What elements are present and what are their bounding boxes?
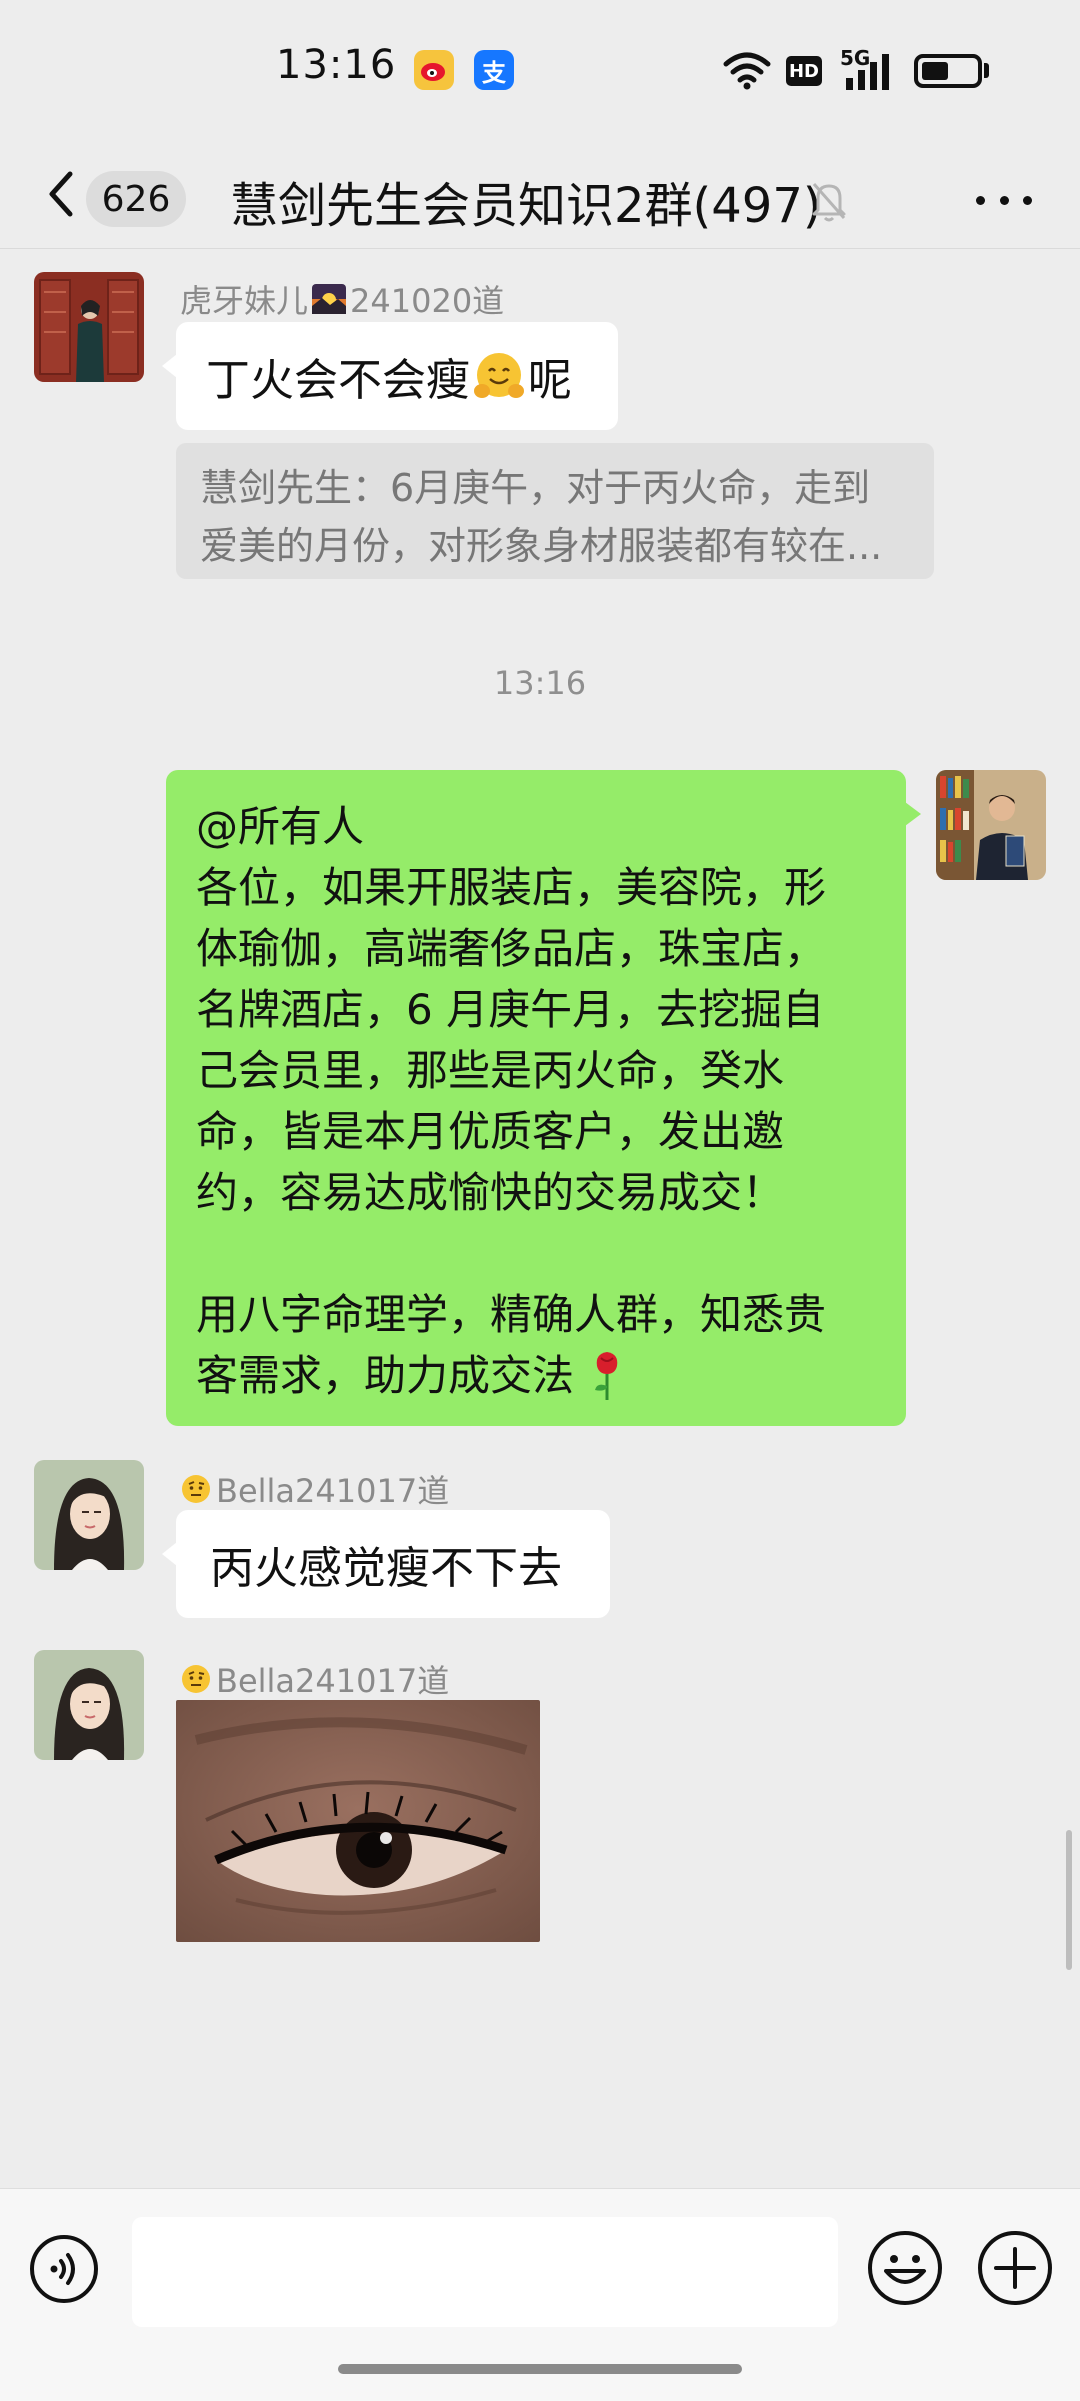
unread-count-badge[interactable]: 626: [86, 171, 186, 227]
chat-header: 626 慧剑先生会员知识2群(497): [0, 140, 1080, 250]
more-dot: [999, 195, 1009, 205]
message-line: 约，容易达成愉快的交易成交！: [196, 1168, 785, 1217]
raised-eyebrow-emoji-icon: [182, 1665, 210, 1693]
raised-eyebrow-emoji-icon: [182, 1475, 210, 1503]
emoji-icon[interactable]: [866, 2229, 944, 2307]
sunset-emoji-icon: [312, 284, 347, 314]
sender-name-text: Bella241017道: [216, 1662, 450, 1700]
voice-input-icon[interactable]: [28, 2233, 100, 2305]
message-line-blank: [196, 1223, 876, 1284]
message-bubble[interactable]: 丙火感觉瘦不下去: [162, 1510, 610, 1618]
status-time: 13:16: [276, 42, 397, 88]
rose-emoji-icon: [595, 1352, 618, 1400]
sender-name: Bella241017道: [180, 1466, 449, 1512]
avatar-huya[interactable]: [34, 272, 144, 382]
avatar-bella[interactable]: [34, 1460, 144, 1570]
message-text: 丙火感觉瘦不下去: [210, 1543, 562, 1594]
scrollbar[interactable]: [1066, 1830, 1072, 1970]
header-divider: [0, 248, 1080, 249]
sender-name-text: 虎牙妹儿: [180, 282, 309, 320]
more-options-icon[interactable]: [976, 180, 1032, 220]
avatar-bella[interactable]: [34, 1650, 144, 1760]
message-line: @所有人: [196, 802, 365, 851]
back-arrow-icon[interactable]: [40, 162, 80, 226]
more-dot: [976, 195, 985, 205]
eye-closeup-image: [176, 1700, 540, 1942]
home-indicator[interactable]: [338, 2364, 742, 2374]
sender-name: 虎牙妹儿 241020道: [180, 276, 504, 322]
more-dot: [1023, 195, 1032, 205]
message-text: 丁火会不会瘦: [206, 355, 470, 406]
battery-level: [922, 62, 948, 80]
message-bubble[interactable]: 丁火会不会瘦 呢: [162, 322, 618, 430]
plus-icon[interactable]: [976, 2229, 1054, 2307]
signal-icon: [846, 54, 889, 90]
sender-name-text: Bella241017道: [216, 1472, 450, 1510]
message-line: 命，皆是本月优质客户，发出邀: [196, 1107, 785, 1156]
quote-line: 爱美的月份，对形象身材服装都有较在...: [200, 524, 883, 568]
own-message-bubble[interactable]: @所有人 各位，如果开服装店，美容院，形 体瑜伽，高端奢侈品店，珠宝店， 名牌酒…: [166, 770, 921, 1426]
message-line: 己会员里，那些是丙火命，癸水: [196, 1046, 785, 1095]
message-input[interactable]: [132, 2217, 838, 2327]
wifi-icon: [723, 52, 771, 90]
message-line: 名牌酒店，6 月庚午月，去挖掘自: [196, 985, 825, 1034]
status-bar: 13:16 支 HD 5G: [0, 0, 1080, 140]
battery-icon: [914, 54, 982, 88]
avatar-self[interactable]: [936, 770, 1046, 880]
hd-badge: HD: [786, 56, 822, 86]
message-line: 体瑜伽，高端奢侈品店，珠宝店，: [196, 924, 827, 973]
battery-tip: [984, 63, 989, 78]
sender-name-suffix: 241020道: [350, 282, 505, 320]
weibo-icon: [414, 50, 454, 90]
message-line: 用八字命理学，精确人群，知悉贵: [196, 1290, 827, 1339]
alipay-icon: 支: [474, 50, 514, 90]
quote-line: 慧剑先生：6月庚午，对于丙火命，走到: [200, 466, 871, 510]
time-divider: 13:16: [493, 664, 587, 702]
chat-title: 慧剑先生会员知识2群(497): [230, 178, 822, 234]
hugging-face-emoji-icon: [474, 353, 524, 398]
sender-name: Bella241017道: [180, 1656, 449, 1702]
image-message[interactable]: [176, 1700, 540, 1942]
message-line-text: 客需求，助力成交法: [196, 1351, 575, 1400]
message-line-last: 客需求，助力成交法: [196, 1345, 876, 1406]
message-text-end: 呢: [528, 355, 572, 406]
mute-bell-icon: [812, 183, 846, 222]
quoted-message[interactable]: 慧剑先生：6月庚午，对于丙火命，走到 爱美的月份，对形象身材服装都有较在...: [176, 443, 934, 579]
message-line: 各位，如果开服装店，美容院，形: [196, 863, 827, 912]
